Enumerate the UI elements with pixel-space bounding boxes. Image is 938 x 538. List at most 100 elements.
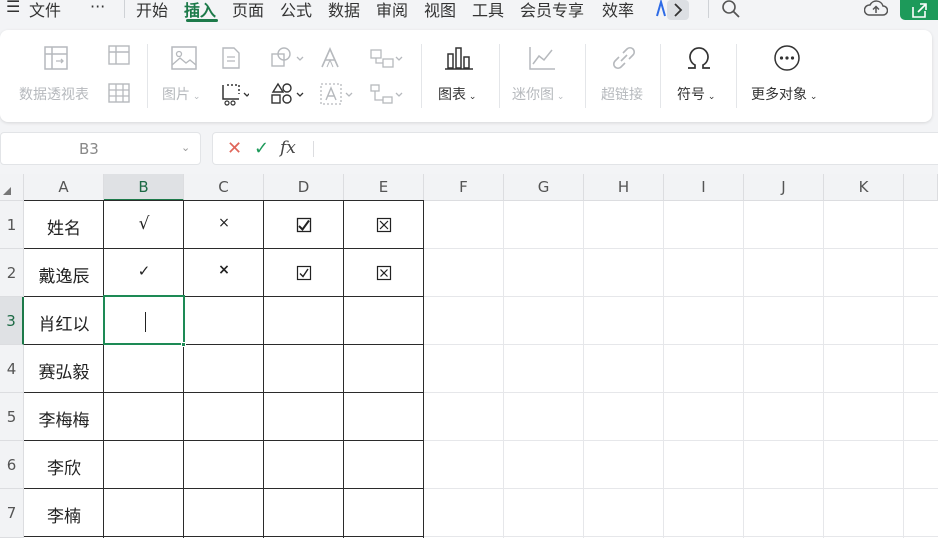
cell-a3[interactable]: 肖红以 [24,310,104,335]
textbox-icon[interactable] [319,82,355,110]
shapes-icon[interactable] [270,46,306,74]
search-icon[interactable] [721,0,741,22]
table-border [24,248,424,249]
cell-e1[interactable] [344,214,424,238]
cell-b1[interactable]: √ [104,214,184,234]
cell-a4[interactable]: 赛弘毅 [24,358,104,383]
menu-scroll-right-button[interactable] [667,0,689,20]
share-button[interactable] [900,0,938,20]
cell-c2[interactable]: × [184,262,264,278]
tab-review[interactable]: 审阅 [376,0,408,21]
gridline [424,488,938,489]
tab-home[interactable]: 开始 [136,0,168,21]
checkbox-crossed-icon [376,217,392,233]
column-header-l[interactable] [904,174,938,201]
column-header-e[interactable]: E [344,174,424,201]
pivot-table-icon[interactable] [42,44,70,76]
smartart-icon[interactable] [369,46,405,74]
cell-a1[interactable]: 姓名 [24,214,104,239]
icons-library-icon[interactable] [270,82,306,110]
column-header-c[interactable]: C [184,174,264,201]
cancel-icon[interactable]: ✕ [227,138,242,159]
row-header-3[interactable]: 3 [0,297,24,345]
chevron-down-icon: ⌄ [554,92,565,102]
cell-a5[interactable]: 李梅梅 [24,406,104,431]
hamburger-icon[interactable]: ☰ [6,0,20,16]
column-header-b[interactable]: B [104,174,184,201]
chart-icon[interactable] [444,44,474,76]
row-header-4[interactable]: 4 [0,345,24,393]
cell-a7[interactable]: 李楠 [24,502,104,527]
sparkline-icon[interactable] [527,44,557,76]
tab-efficiency[interactable]: 效率 [602,0,634,21]
column-header-f[interactable]: F [424,174,504,201]
wordart-icon[interactable] [319,46,343,74]
gridline [424,344,938,345]
tab-page[interactable]: 页面 [232,0,264,21]
ai-icon[interactable] [656,0,666,22]
menu-divider [708,0,709,18]
table-icon[interactable] [107,82,131,108]
confirm-icon[interactable]: ✓ [254,138,269,159]
menu-bar: ☰ 文件 ··· 开始 插入 页面 公式 数据 审阅 视图 工具 会员专享 效率 [0,0,938,22]
screenshot-icon[interactable] [219,82,251,110]
picture-button[interactable]: 图片 ⌄ [162,84,200,104]
column-header-k[interactable]: K [824,174,904,201]
link-icon[interactable] [609,44,639,76]
cloud-upload-icon[interactable] [863,0,889,22]
cell-d2[interactable] [264,262,344,286]
column-header-h[interactable]: H [584,174,664,201]
cell-a2[interactable]: 戴逸辰 [24,262,104,287]
table-border [24,200,424,201]
cell-b2[interactable]: ✓ [104,262,184,280]
pivot-chart-icon[interactable] [107,44,131,70]
tab-insert[interactable]: 插入 [184,0,216,21]
chevron-down-icon[interactable]: ⌄ [181,141,190,154]
row-header-6[interactable]: 6 [0,441,24,489]
cell-a6[interactable]: 李欣 [24,454,104,479]
row-header-7[interactable]: 7 [0,489,24,538]
menu-more[interactable]: ··· [90,0,105,16]
spreadsheet-grid: A B C D E F G H I J K 1 2 3 4 5 6 7 姓名 √… [0,174,938,538]
table-border [24,392,424,393]
omega-symbol-icon[interactable] [684,44,714,76]
picture-icon[interactable] [169,44,199,76]
ribbon-divider [147,44,148,108]
insert-function-icon[interactable]: fx [280,138,296,158]
tab-formula[interactable]: 公式 [280,0,312,21]
chart-button[interactable]: 图表 ⌄ [438,84,476,104]
column-header-a[interactable]: A [24,174,104,201]
column-header-i[interactable]: I [664,174,744,201]
fill-handle[interactable] [181,342,186,347]
column-header-j[interactable]: J [744,174,824,201]
more-objects-button[interactable]: 更多对象 ⌄ [751,84,817,104]
flowchart-icon[interactable] [369,82,405,110]
row-header-5[interactable]: 5 [0,393,24,441]
table-border [343,200,344,538]
pivot-table-button[interactable]: 数据透视表 [19,84,89,104]
gridline [424,536,938,537]
tab-tools[interactable]: 工具 [472,0,504,21]
column-header-g[interactable]: G [504,174,584,201]
tab-view[interactable]: 视图 [424,0,456,21]
hyperlink-button[interactable]: 超链接 [601,84,643,104]
menu-file[interactable]: 文件 [29,0,61,21]
cell-c1[interactable]: × [184,215,264,231]
column-header-d[interactable]: D [264,174,344,201]
more-icon[interactable] [773,44,801,76]
text-cursor [145,312,146,332]
symbol-button[interactable]: 符号 ⌄ [677,84,715,104]
active-cell-b3[interactable] [103,295,185,345]
tab-data[interactable]: 数据 [328,0,360,21]
name-box[interactable]: B3 ⌄ [0,132,201,165]
more-objects-label: 更多对象 [751,87,807,103]
sparkline-button[interactable]: 迷你图 ⌄ [512,84,564,104]
cell-d1[interactable] [264,214,344,238]
tab-member[interactable]: 会员专享 [520,0,584,21]
row-header-2[interactable]: 2 [0,249,24,297]
document-icon[interactable] [220,46,242,74]
row-header-1[interactable]: 1 [0,201,24,249]
gridline [424,248,938,249]
select-all-corner[interactable] [0,174,24,201]
cell-e2[interactable] [344,262,424,286]
